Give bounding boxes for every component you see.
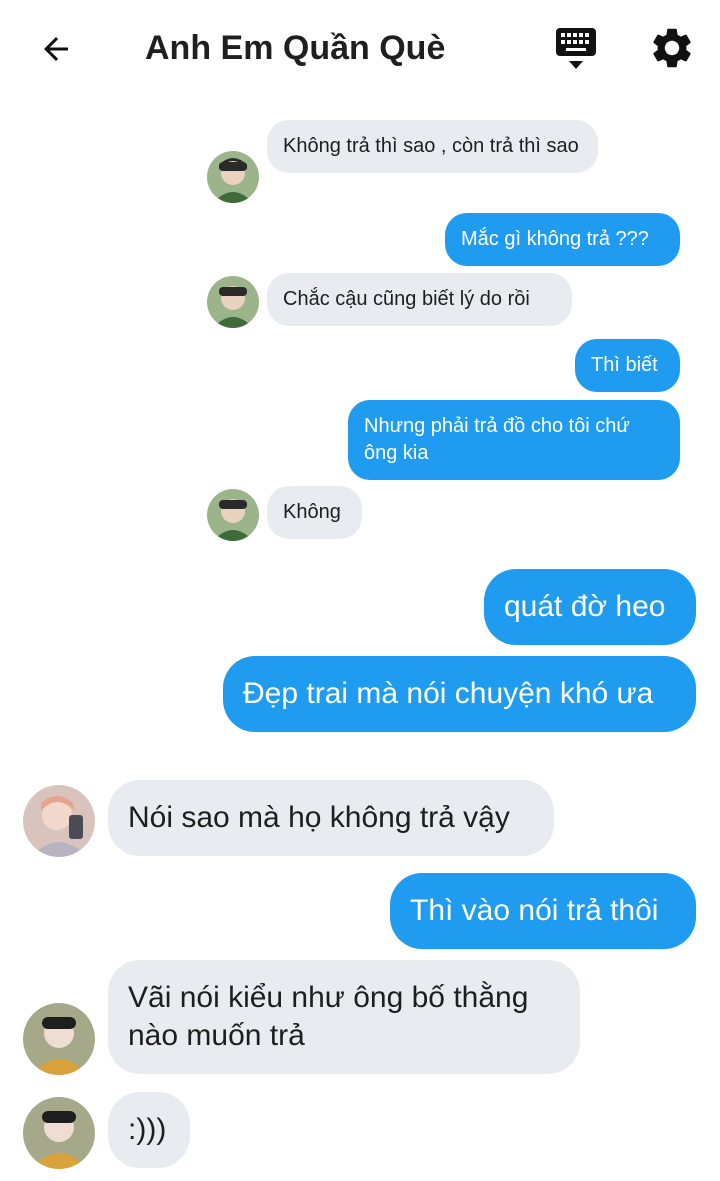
- gear-icon: [653, 28, 691, 68]
- keyboard-icon: [556, 28, 596, 69]
- message-bubble-outgoing[interactable]: Đẹp trai mà nói chuyện khó ưa: [223, 656, 696, 732]
- avatar[interactable]: [23, 1003, 95, 1075]
- message-bubble-incoming[interactable]: Không: [267, 486, 362, 539]
- back-button[interactable]: [33, 26, 79, 72]
- keyboard-button[interactable]: [552, 24, 600, 74]
- message-bubble-incoming[interactable]: Không trả thì sao , còn trả thì sao: [267, 120, 598, 173]
- avatar[interactable]: [23, 785, 95, 857]
- message-bubble-outgoing[interactable]: Thì vào nói trả thôi: [390, 873, 696, 949]
- message-bubble-outgoing[interactable]: Thì biết: [575, 339, 680, 392]
- chat-title: Anh Em Quần Què: [145, 29, 446, 67]
- message-bubble-incoming[interactable]: Vãi nói kiểu như ông bố thằng nào muốn t…: [108, 960, 580, 1074]
- avatar[interactable]: [23, 1097, 95, 1169]
- message-bubble-outgoing[interactable]: Nhưng phải trả đồ cho tôi chứ ông kia: [348, 400, 680, 480]
- message-bubble-incoming[interactable]: :))): [108, 1092, 190, 1168]
- avatar[interactable]: [207, 276, 259, 328]
- message-bubble-incoming[interactable]: Nói sao mà họ không trả vậy: [108, 780, 554, 856]
- message-bubble-outgoing[interactable]: quát đờ heo: [484, 569, 696, 645]
- avatar[interactable]: [207, 151, 259, 203]
- avatar[interactable]: [207, 489, 259, 541]
- settings-button[interactable]: [648, 24, 696, 72]
- message-bubble-outgoing[interactable]: Mắc gì không trả ???: [445, 213, 680, 266]
- message-bubble-incoming[interactable]: Chắc cậu cũng biết lý do rồi: [267, 273, 572, 326]
- arrow-left-icon: [44, 37, 68, 61]
- top-bar: Anh Em Quần Què: [0, 0, 720, 95]
